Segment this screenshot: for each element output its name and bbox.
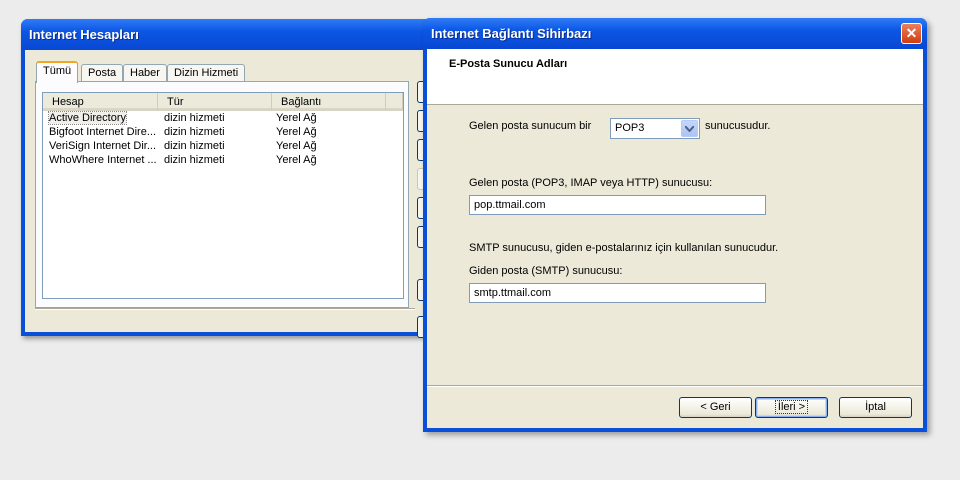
tab-news[interactable]: Haber bbox=[123, 64, 167, 82]
list-item[interactable]: WhoWhere Internet ... dizin hizmeti Yere… bbox=[43, 153, 403, 167]
accounts-window-client: Tümü Posta Haber Dizin Hizmeti Hesap Tür… bbox=[25, 50, 461, 338]
accounts-list[interactable]: Hesap Tür Bağlantı Active Directory dizi… bbox=[42, 92, 404, 299]
wizard-page-title: E-Posta Sunucu Adları bbox=[449, 58, 568, 70]
dropdown-arrow-icon[interactable] bbox=[681, 120, 698, 137]
incoming-server-type-select[interactable]: POP3 bbox=[610, 118, 700, 139]
smtp-note: SMTP sunucusu, giden e-postalarınız için… bbox=[469, 242, 779, 254]
tab-all[interactable]: Tümü bbox=[36, 61, 79, 83]
tab-panel: Hesap Tür Bağlantı Active Directory dizi… bbox=[35, 81, 409, 308]
incoming-type-suffix: sunucusudur. bbox=[705, 120, 771, 132]
divider bbox=[427, 385, 923, 387]
wizard-title[interactable]: Internet Bağlantı Sihirbazı bbox=[423, 18, 927, 49]
next-button[interactable]: İleri > bbox=[755, 397, 828, 418]
list-item[interactable]: Bigfoot Internet Dire... dizin hizmeti Y… bbox=[43, 125, 403, 139]
account-connection: Yerel Ağ bbox=[276, 140, 317, 152]
account-type: dizin hizmeti bbox=[164, 154, 225, 166]
outgoing-server-input[interactable]: smtp.ttmail.com bbox=[469, 283, 766, 303]
column-header-filler bbox=[386, 93, 403, 110]
account-connection: Yerel Ağ bbox=[276, 154, 317, 166]
incoming-type-prefix: Gelen posta sunucum bir bbox=[469, 120, 592, 132]
account-name: VeriSign Internet Dir... bbox=[49, 140, 156, 152]
column-header-account[interactable]: Hesap bbox=[43, 93, 158, 110]
list-item[interactable]: VeriSign Internet Dir... dizin hizmeti Y… bbox=[43, 139, 403, 153]
incoming-server-input[interactable]: pop.ttmail.com bbox=[469, 195, 766, 215]
wizard-header: E-Posta Sunucu Adları bbox=[427, 49, 923, 105]
incoming-server-type-value: POP3 bbox=[615, 122, 645, 134]
divider bbox=[35, 308, 415, 310]
outgoing-server-label: Giden posta (SMTP) sunucusu: bbox=[469, 265, 623, 277]
accounts-window: Internet Hesapları Tümü Posta Haber Dizi… bbox=[21, 19, 461, 338]
account-type: dizin hizmeti bbox=[164, 112, 225, 124]
tab-directory-service[interactable]: Dizin Hizmeti bbox=[167, 64, 246, 82]
tab-mail[interactable]: Posta bbox=[81, 64, 124, 82]
connection-wizard-dialog: Internet Bağlantı Sihirbazı ✕ E-Posta Su… bbox=[423, 18, 927, 432]
column-header-type[interactable]: Tür bbox=[158, 93, 272, 110]
column-header-connection[interactable]: Bağlantı bbox=[272, 93, 386, 110]
incoming-server-label: Gelen posta (POP3, IMAP veya HTTP) sunuc… bbox=[469, 177, 713, 189]
account-name: Bigfoot Internet Dire... bbox=[49, 126, 156, 138]
accounts-window-title[interactable]: Internet Hesapları bbox=[21, 19, 461, 50]
list-header: Hesap Tür Bağlantı bbox=[43, 93, 403, 111]
next-button-label: İleri > bbox=[774, 400, 809, 414]
account-connection: Yerel Ağ bbox=[276, 112, 317, 124]
account-type: dizin hizmeti bbox=[164, 126, 225, 138]
account-type: dizin hizmeti bbox=[164, 140, 225, 152]
close-icon[interactable]: ✕ bbox=[901, 23, 922, 44]
wizard-client: E-Posta Sunucu Adları Gelen posta sunucu… bbox=[427, 49, 923, 428]
back-button[interactable]: < Geri bbox=[679, 397, 752, 418]
account-name: WhoWhere Internet ... bbox=[49, 154, 157, 166]
account-connection: Yerel Ağ bbox=[276, 126, 317, 138]
list-item[interactable]: Active Directory dizin hizmeti Yerel Ağ bbox=[43, 111, 403, 125]
cancel-button[interactable]: İptal bbox=[839, 397, 912, 418]
account-name: Active Directory bbox=[47, 111, 128, 125]
